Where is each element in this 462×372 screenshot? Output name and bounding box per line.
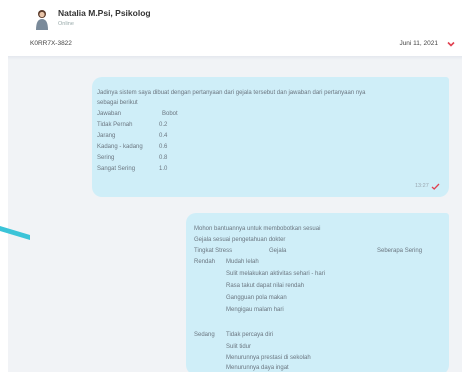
symptom-item: Tidak percaya diri <box>226 332 274 338</box>
symptom-item: Sulit melakukan aktivitas sehari - hari <box>226 271 326 277</box>
conversation-date: Juni 11, 2021 <box>399 40 438 47</box>
answer-weight: 0.8 <box>159 155 168 161</box>
contact-name: Natalia M.Psi, Psikolog <box>58 8 151 18</box>
table-header-level: Tingkat Stress <box>194 248 233 254</box>
symptom-item: Menurunnya daya ingat <box>226 365 289 371</box>
symptom-item: Mudah lelah <box>226 259 259 265</box>
symptom-item: Menurunnya prestasi di sekolah <box>226 355 311 361</box>
message-text: Gejala sesuai pengetahuan dokter <box>194 237 286 243</box>
table-header-frequency: Seberapa Sering <box>377 248 423 254</box>
answer-weight: 0.6 <box>159 144 168 150</box>
message-text: Mohon bantuannya untuk membobotkan sesua… <box>194 226 321 232</box>
symptom-item: Gangguan pola makan <box>226 295 287 301</box>
symptom-item: Rasa takut dapat nilai rendah <box>226 283 305 289</box>
avatar[interactable] <box>34 8 50 30</box>
symptom-item: Sulit tidur <box>226 344 252 350</box>
table-header-symptom: Gejala <box>269 248 287 254</box>
answer-label: Sering <box>97 155 115 161</box>
chevron-down-icon[interactable] <box>446 39 456 49</box>
stress-level: Rendah <box>194 259 216 265</box>
message-time: 13:27 <box>415 183 429 189</box>
ticket-id: K0RR7X-3822 <box>30 40 72 47</box>
answer-label: Sangat Sering <box>97 166 136 172</box>
decorative-shape <box>0 226 30 240</box>
table-header-weight: Bobot <box>162 111 178 117</box>
answer-label: Kadang - kadang <box>97 144 143 150</box>
header-shadow <box>8 56 462 60</box>
answer-label: Tidak Pernah <box>97 122 133 128</box>
answer-weight: 0.4 <box>159 133 168 139</box>
check-icon <box>431 183 440 190</box>
answer-weight: 0.2 <box>159 122 168 128</box>
message-text: Jadinya sistem saya dibuat dengan pertan… <box>97 90 366 96</box>
symptom-item: Mengigau malam hari <box>226 307 284 313</box>
table-header-answer: Jawaban <box>97 111 122 117</box>
message-text: sebagai berikut <box>97 100 138 106</box>
contact-status: Online <box>58 21 74 27</box>
chat-header: Natalia M.Psi, Psikolog Online K0RR7X-38… <box>0 0 462 56</box>
answer-label: Jarang <box>97 133 116 139</box>
stress-level: Sedang <box>194 332 215 338</box>
answer-weight: 1.0 <box>159 166 168 172</box>
